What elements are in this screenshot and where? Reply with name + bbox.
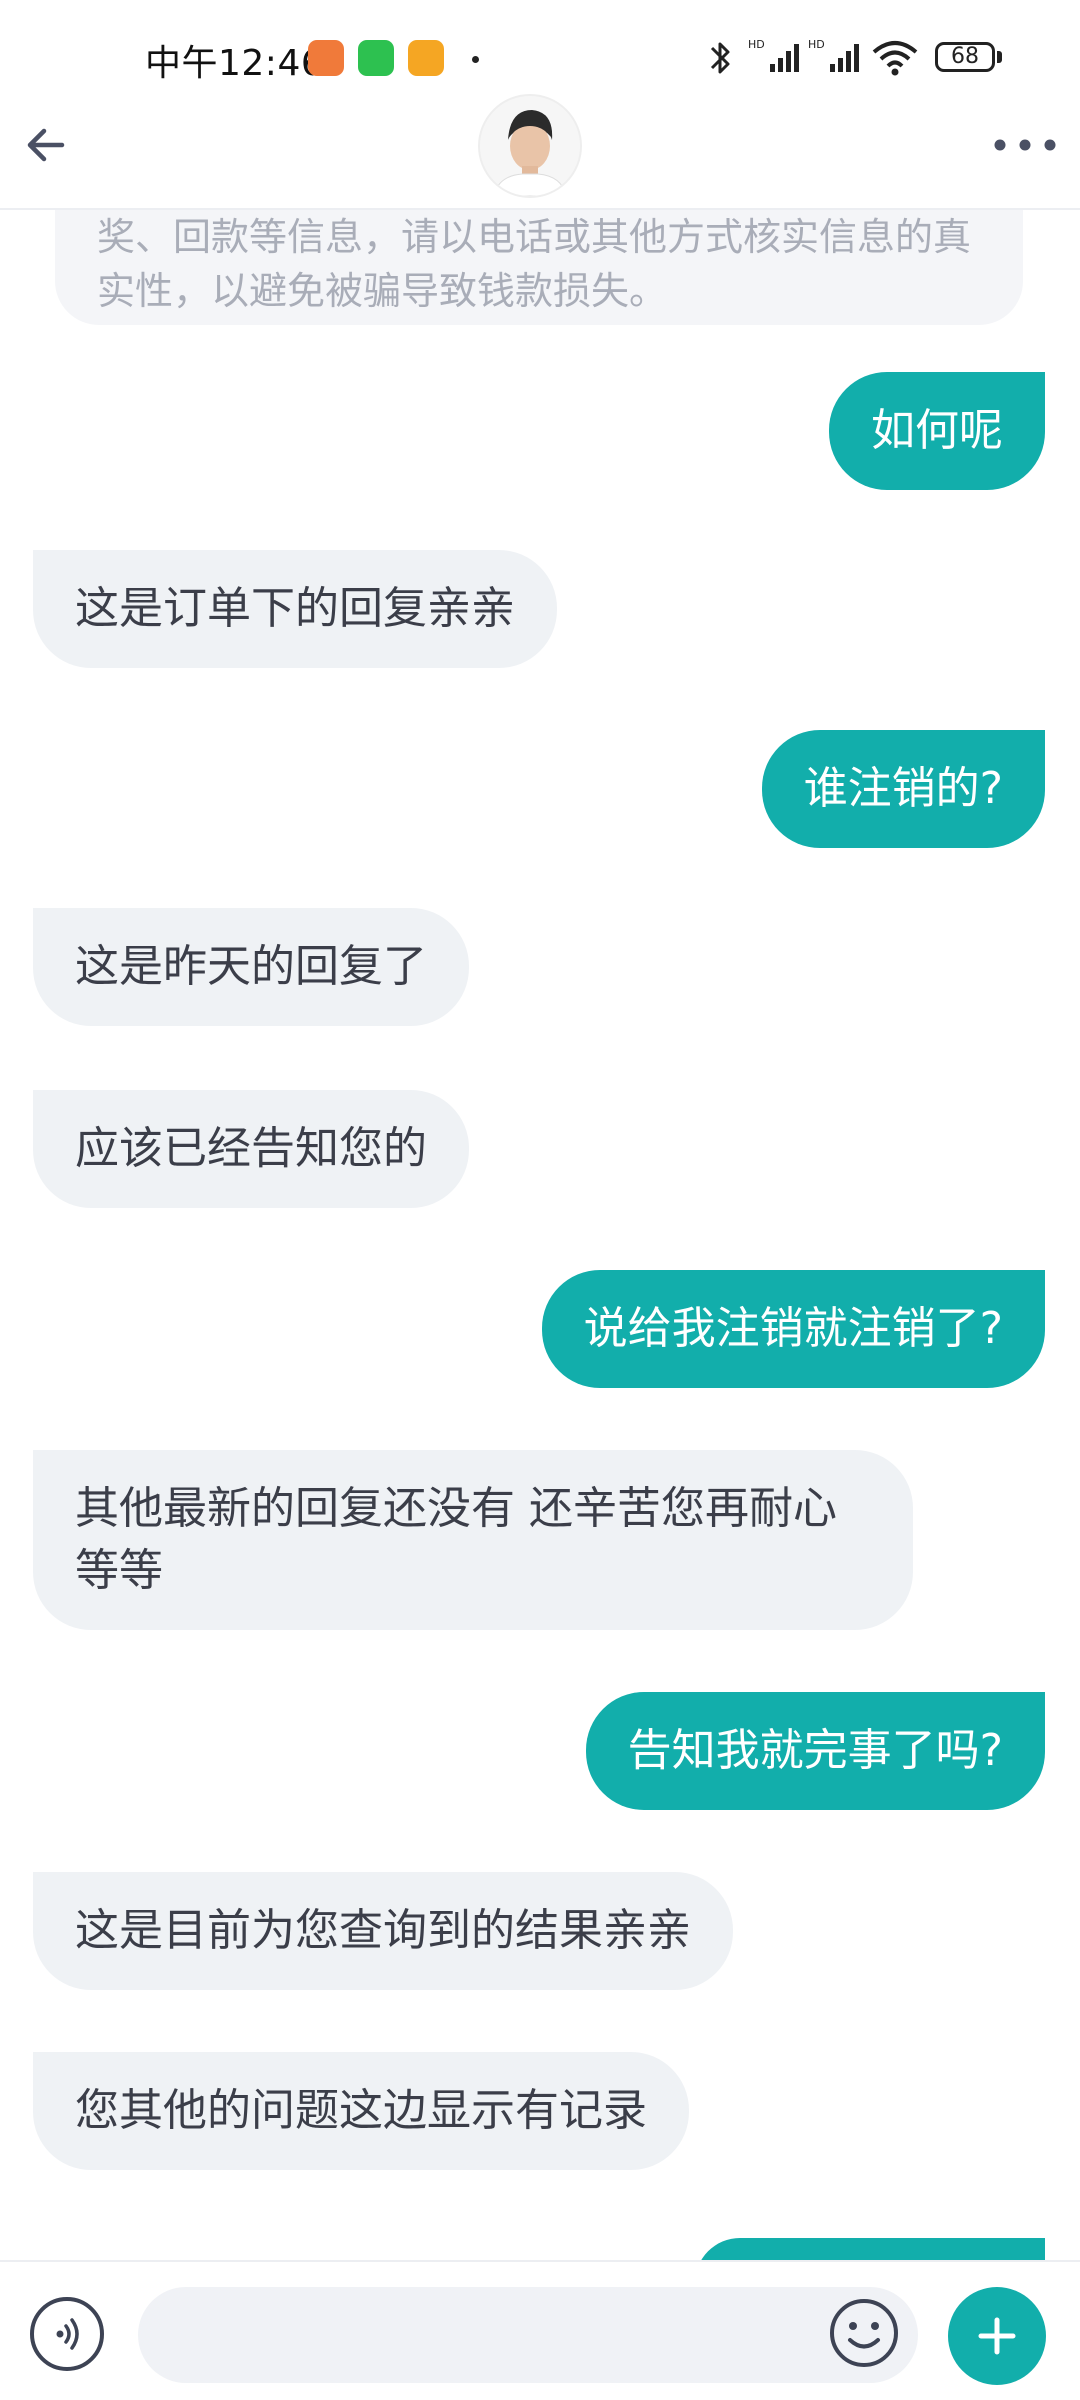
back-button[interactable]	[20, 115, 80, 175]
person-avatar-icon	[480, 96, 580, 196]
anti-fraud-notice: 奖、回款等信息，请以电话或其他方式核实信息的真实性，以避免被骗导致钱款损失。	[55, 210, 1023, 325]
message-input-bar	[0, 2260, 1080, 2400]
message-incoming[interactable]: 这是订单下的回复亲亲	[33, 550, 557, 668]
message-incoming[interactable]: 您其他的问题这边显示有记录	[33, 2052, 689, 2170]
battery-tip	[997, 51, 1002, 63]
message-incoming[interactable]: 这是目前为您查询到的结果亲亲	[33, 1872, 733, 1990]
chat-header	[0, 90, 1080, 210]
message-incoming[interactable]: 其他最新的回复还没有 还辛苦您再耐心等等	[33, 1450, 913, 1630]
more-options-button[interactable]	[990, 125, 1060, 165]
message-outgoing[interactable]: 说给我注销就注销了?	[541, 1270, 1045, 1388]
message-outgoing[interactable]: 告知我就完事了吗?	[585, 1692, 1045, 1810]
wechat-icon	[358, 40, 394, 76]
more-notifications-dot	[472, 56, 479, 63]
message-outgoing[interactable]: 如何呢	[829, 372, 1045, 490]
message-incoming[interactable]: 应该已经告知您的	[33, 1090, 469, 1208]
signal-sim2-icon: HD	[808, 38, 859, 72]
voice-wave-icon	[56, 2318, 79, 2350]
more-actions-button[interactable]	[948, 2287, 1046, 2385]
bluetooth-icon	[710, 42, 730, 74]
chat-message-list[interactable]: 奖、回款等信息，请以电话或其他方式核实信息的真实性，以避免被骗导致钱款损失。 如…	[0, 210, 1080, 2260]
plus-icon	[978, 2317, 1016, 2355]
signal-sim1-icon: HD	[748, 38, 799, 72]
svg-text:HD: HD	[748, 38, 765, 51]
status-time: 中午12:46	[145, 43, 325, 84]
message-text-input[interactable]	[138, 2287, 918, 2383]
svg-text:HD: HD	[808, 38, 825, 51]
notes-app-icon	[408, 40, 444, 76]
smiley-face-icon	[830, 2299, 898, 2367]
wifi-icon	[872, 41, 918, 76]
voice-input-button[interactable]	[30, 2297, 104, 2371]
message-outgoing-partial[interactable]	[695, 2238, 1045, 2260]
agent-avatar[interactable]	[478, 94, 582, 198]
arrow-left-icon	[27, 128, 65, 162]
message-outgoing[interactable]: 谁注销的?	[761, 730, 1045, 848]
battery-indicator: 68	[935, 42, 995, 72]
emoji-button[interactable]	[826, 2295, 902, 2371]
health-app-icon	[308, 40, 344, 76]
more-dots-icon	[994, 139, 1056, 151]
message-incoming[interactable]: 这是昨天的回复了	[33, 908, 469, 1026]
